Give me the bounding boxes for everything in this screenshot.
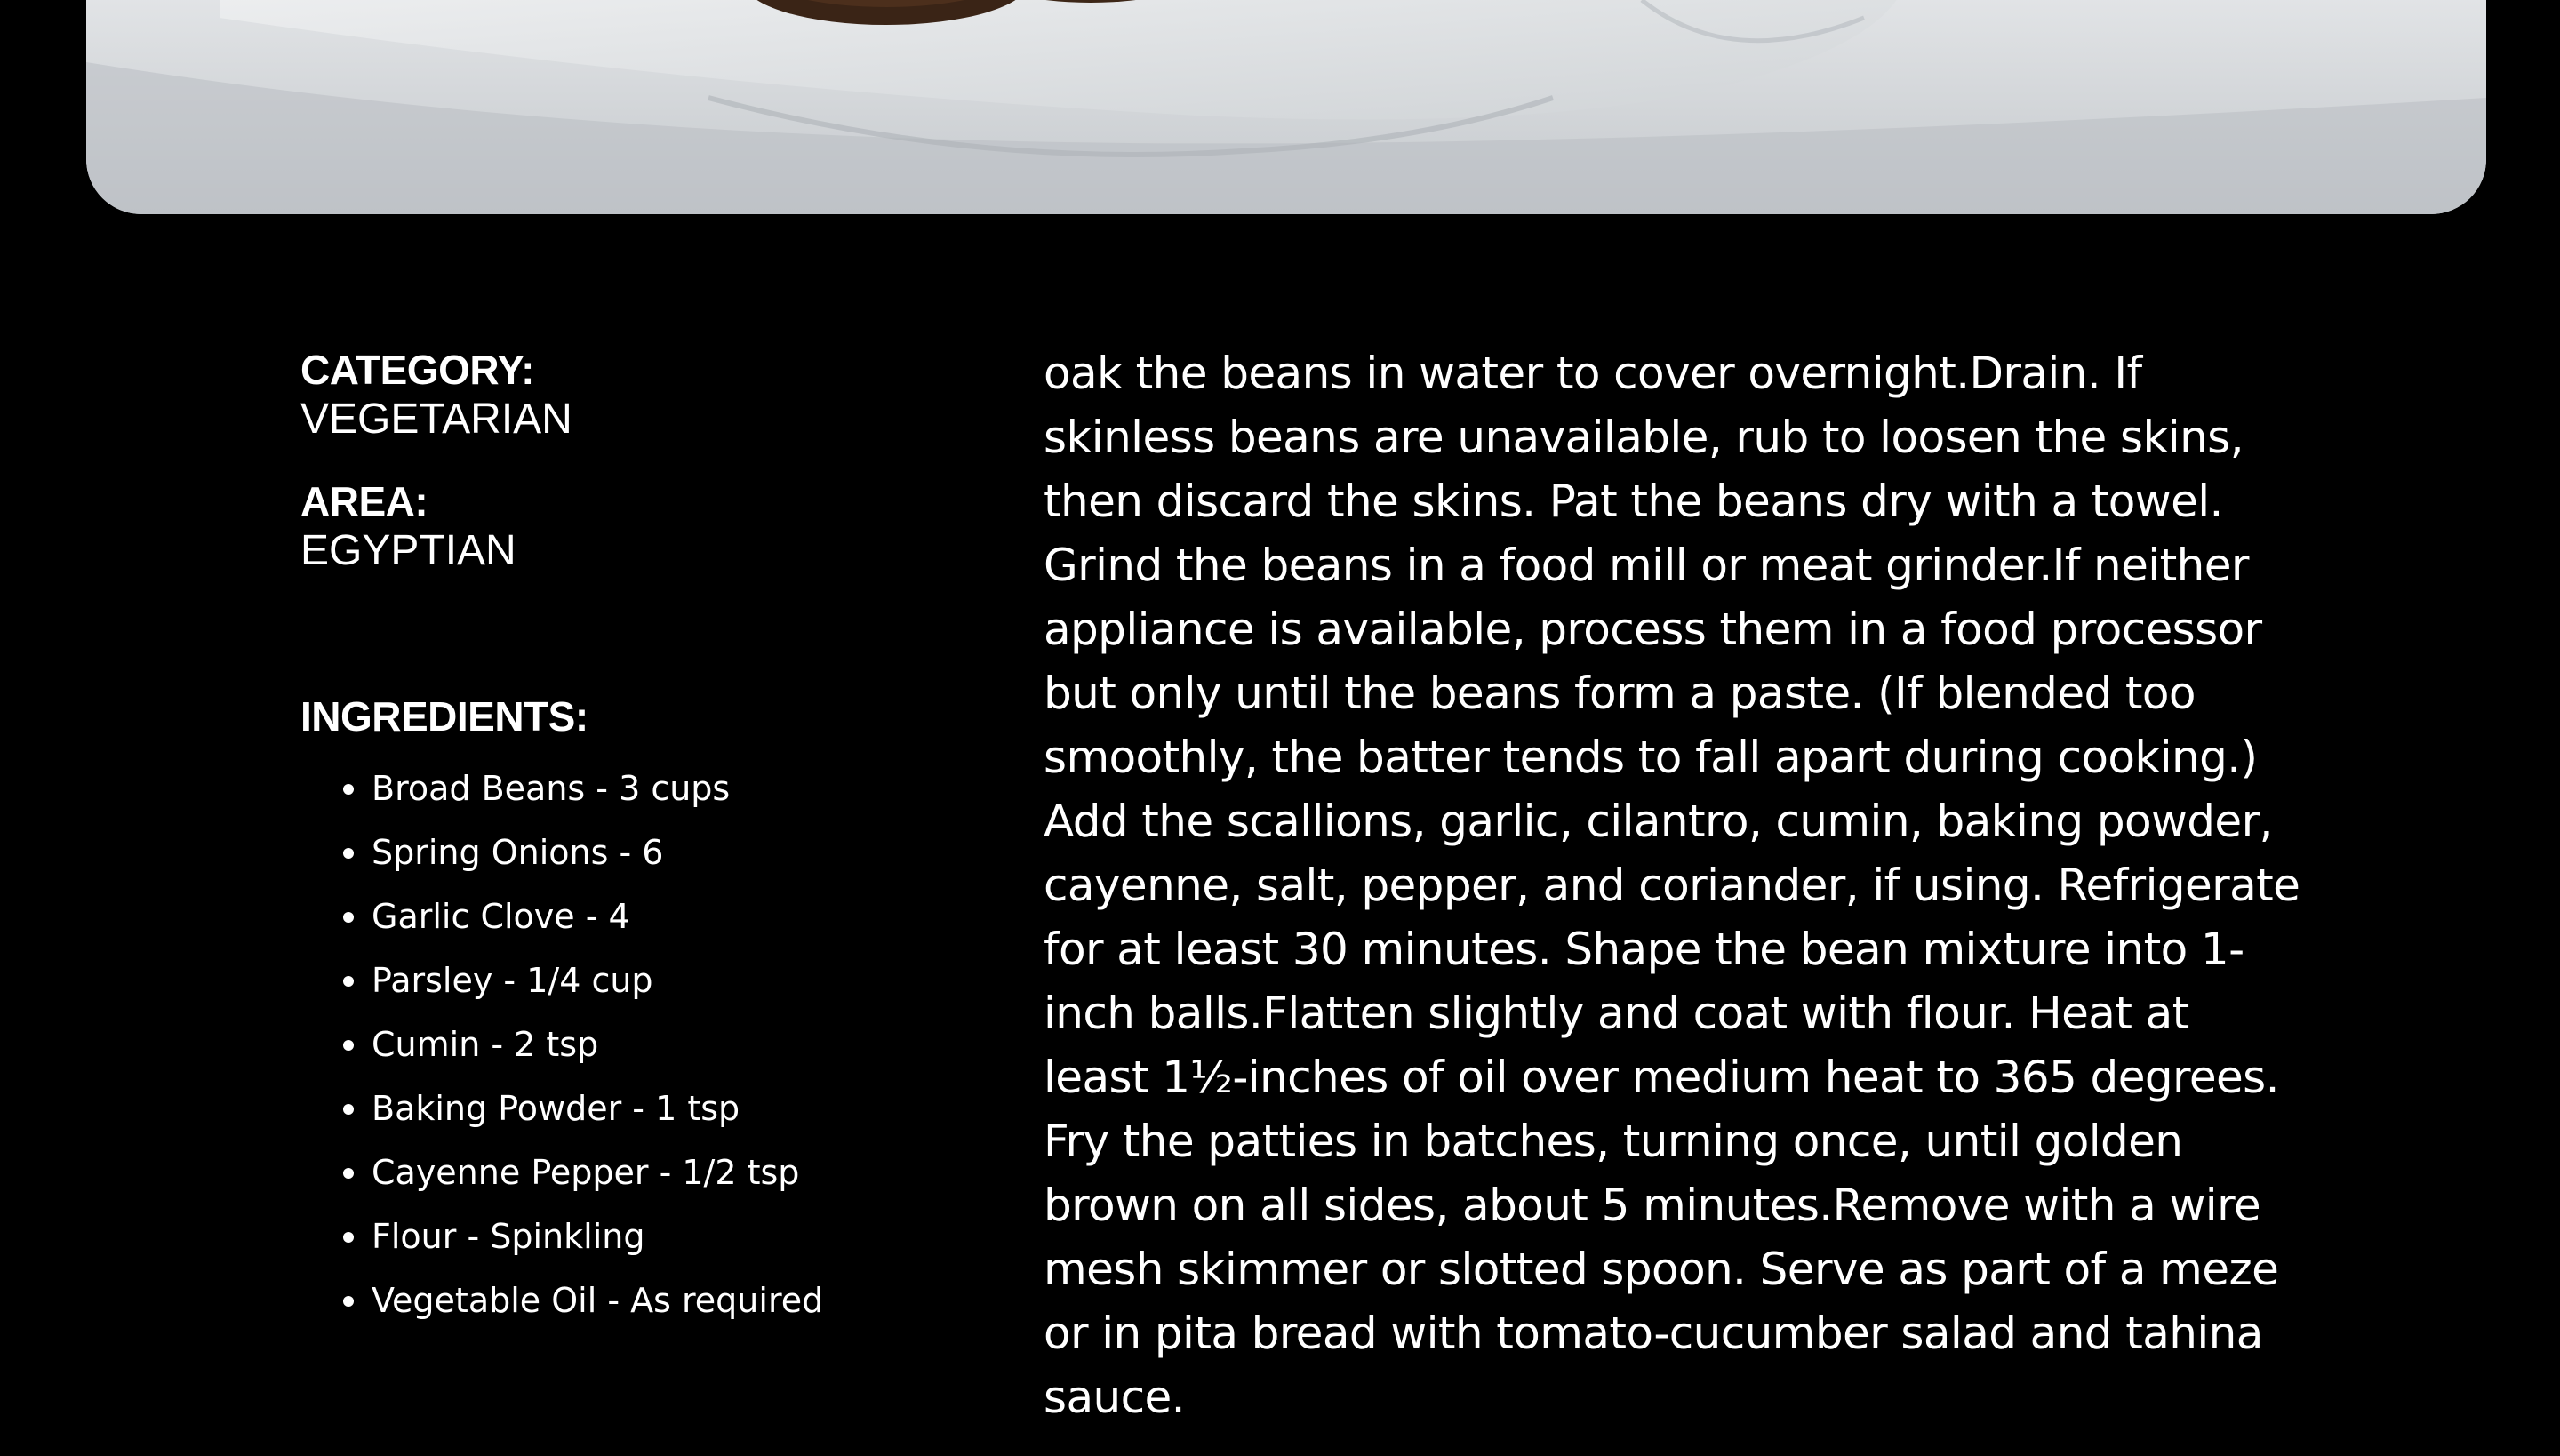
ingredient-item: Parsley - 1/4 cup <box>300 948 823 1012</box>
ingredient-item: Spring Onions - 6 <box>300 820 823 884</box>
ingredient-item: Garlic Clove - 4 <box>300 884 823 948</box>
category-label: CATEGORY: <box>300 347 534 393</box>
ingredients-list: Broad Beans - 3 cups Spring Onions - 6 G… <box>300 756 823 1332</box>
area-label: AREA: <box>300 478 428 524</box>
meal-meta: CATEGORY: VEGETARIAN AREA: EGYPTIAN <box>300 345 923 608</box>
category-value: VEGETARIAN <box>300 396 572 443</box>
ingredient-item: Baking Powder - 1 tsp <box>300 1076 823 1140</box>
ingredients-heading: INGREDIENTS: <box>300 693 588 740</box>
ingredient-item: Cumin - 2 tsp <box>300 1012 823 1076</box>
ingredient-item: Cayenne Pepper - 1/2 tsp <box>300 1140 823 1204</box>
ingredient-item: Vegetable Oil - As required <box>300 1268 823 1332</box>
meal-photo <box>86 0 2486 214</box>
ingredient-item: Flour - Spinkling <box>300 1204 823 1268</box>
area-value: EGYPTIAN <box>300 527 516 574</box>
ingredient-item: Broad Beans - 3 cups <box>300 756 823 820</box>
instructions-text: oak the beans in water to cover overnigh… <box>1044 348 2300 1423</box>
falafel-photo-image <box>86 0 2486 214</box>
